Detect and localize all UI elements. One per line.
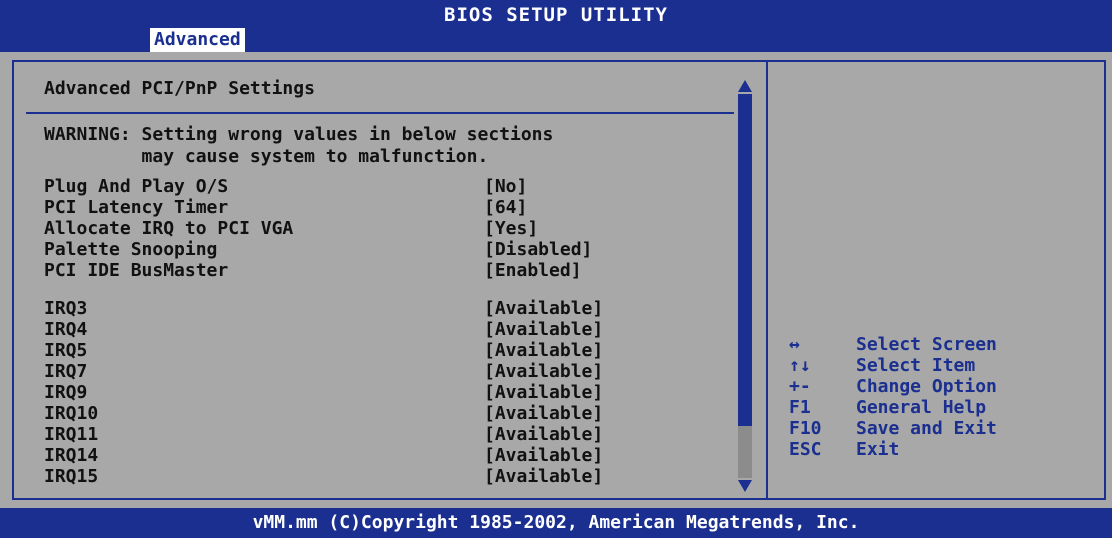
- help-row: ESC Exit: [789, 439, 1099, 460]
- setting-value[interactable]: [Available]: [484, 382, 603, 403]
- setting-label: IRQ5: [44, 340, 88, 361]
- setting-irq3[interactable]: IRQ3 [Available]: [44, 298, 664, 319]
- setting-label: Plug And Play O/S: [44, 176, 229, 197]
- scrollbar[interactable]: [738, 80, 752, 492]
- left-right-arrow-icon: ↔: [789, 334, 800, 355]
- scroll-thumb[interactable]: [738, 94, 752, 426]
- setting-label: IRQ3: [44, 298, 88, 319]
- app-title: BIOS SETUP UTILITY: [444, 4, 668, 26]
- help-key: ESC: [789, 439, 822, 460]
- setting-plug-and-play[interactable]: Plug And Play O/S [No]: [44, 176, 664, 197]
- setting-label: IRQ11: [44, 424, 99, 445]
- help-desc: General Help: [856, 397, 987, 418]
- setting-label: Allocate IRQ to PCI VGA: [44, 218, 294, 239]
- setting-value[interactable]: [Available]: [484, 403, 603, 424]
- setting-irq5[interactable]: IRQ5 [Available]: [44, 340, 664, 361]
- setting-irq4[interactable]: IRQ4 [Available]: [44, 319, 664, 340]
- setting-irq9[interactable]: IRQ9 [Available]: [44, 382, 664, 403]
- setting-value[interactable]: [Disabled]: [484, 239, 592, 260]
- scroll-down-arrow-icon[interactable]: [738, 480, 752, 492]
- main-panel: Advanced PCI/PnP Settings WARNING: Setti…: [0, 52, 1112, 508]
- setting-label: IRQ15: [44, 466, 99, 487]
- setting-pci-ide-busmaster[interactable]: PCI IDE BusMaster [Enabled]: [44, 260, 664, 281]
- help-key: F10: [789, 418, 822, 439]
- setting-label: IRQ14: [44, 445, 99, 466]
- help-desc: Select Item: [856, 355, 976, 376]
- page-title: Advanced PCI/PnP Settings: [44, 78, 315, 99]
- help-desc: Save and Exit: [856, 418, 997, 439]
- setting-value[interactable]: [Enabled]: [484, 260, 582, 281]
- panel-divider: [766, 62, 768, 498]
- copyright-footer: vMM.mm (C)Copyright 1985-2002, American …: [0, 508, 1112, 538]
- setting-label: IRQ10: [44, 403, 99, 424]
- help-row: ↑↓ Select Item: [789, 355, 1099, 376]
- setting-value[interactable]: [Available]: [484, 466, 603, 487]
- help-key: +-: [789, 376, 811, 397]
- help-key: F1: [789, 397, 811, 418]
- setting-value[interactable]: [Available]: [484, 319, 603, 340]
- setting-label: IRQ9: [44, 382, 88, 403]
- setting-value[interactable]: [Available]: [484, 445, 603, 466]
- help-desc: Change Option: [856, 376, 997, 397]
- warning-line-1: WARNING: Setting wrong values in below s…: [44, 124, 554, 145]
- setting-irq11[interactable]: IRQ11 [Available]: [44, 424, 664, 445]
- warning-line-2: may cause system to malfunction.: [44, 146, 489, 167]
- setting-irq10[interactable]: IRQ10 [Available]: [44, 403, 664, 424]
- help-row: F10 Save and Exit: [789, 418, 1099, 439]
- setting-pci-latency-timer[interactable]: PCI Latency Timer [64]: [44, 197, 664, 218]
- setting-value[interactable]: [Available]: [484, 298, 603, 319]
- setting-value[interactable]: [No]: [484, 176, 527, 197]
- help-row: ↔ Select Screen: [789, 334, 1099, 355]
- setting-value[interactable]: [Available]: [484, 340, 603, 361]
- setting-irq15[interactable]: IRQ15 [Available]: [44, 466, 664, 487]
- tab-advanced[interactable]: Advanced: [150, 28, 245, 52]
- up-down-arrow-icon: ↑↓: [789, 355, 811, 376]
- setting-label: IRQ4: [44, 319, 88, 340]
- setting-value[interactable]: [Available]: [484, 424, 603, 445]
- help-row: F1 General Help: [789, 397, 1099, 418]
- setting-label: PCI Latency Timer: [44, 197, 229, 218]
- content-frame: Advanced PCI/PnP Settings WARNING: Setti…: [12, 60, 1106, 500]
- help-row: +- Change Option: [789, 376, 1099, 397]
- warning-text: WARNING: Setting wrong values in below s…: [44, 124, 553, 168]
- setting-label: PCI IDE BusMaster: [44, 260, 229, 281]
- help-desc: Exit: [856, 439, 900, 460]
- setting-label: IRQ7: [44, 361, 88, 382]
- setting-palette-snooping[interactable]: Palette Snooping [Disabled]: [44, 239, 664, 260]
- setting-allocate-irq-vga[interactable]: Allocate IRQ to PCI VGA [Yes]: [44, 218, 664, 239]
- scroll-up-arrow-icon[interactable]: [738, 80, 752, 92]
- key-help-panel: ↔ Select Screen ↑↓ Select Item +- Change…: [789, 334, 1099, 460]
- setting-value[interactable]: [64]: [484, 197, 527, 218]
- help-desc: Select Screen: [856, 334, 997, 355]
- scroll-track[interactable]: [738, 94, 752, 478]
- setting-irq14[interactable]: IRQ14 [Available]: [44, 445, 664, 466]
- setting-value[interactable]: [Available]: [484, 361, 603, 382]
- title-bar: BIOS SETUP UTILITY Advanced: [0, 0, 1112, 52]
- heading-underline: [26, 112, 734, 114]
- setting-label: Palette Snooping: [44, 239, 218, 260]
- setting-value[interactable]: [Yes]: [484, 218, 538, 239]
- setting-irq7[interactable]: IRQ7 [Available]: [44, 361, 664, 382]
